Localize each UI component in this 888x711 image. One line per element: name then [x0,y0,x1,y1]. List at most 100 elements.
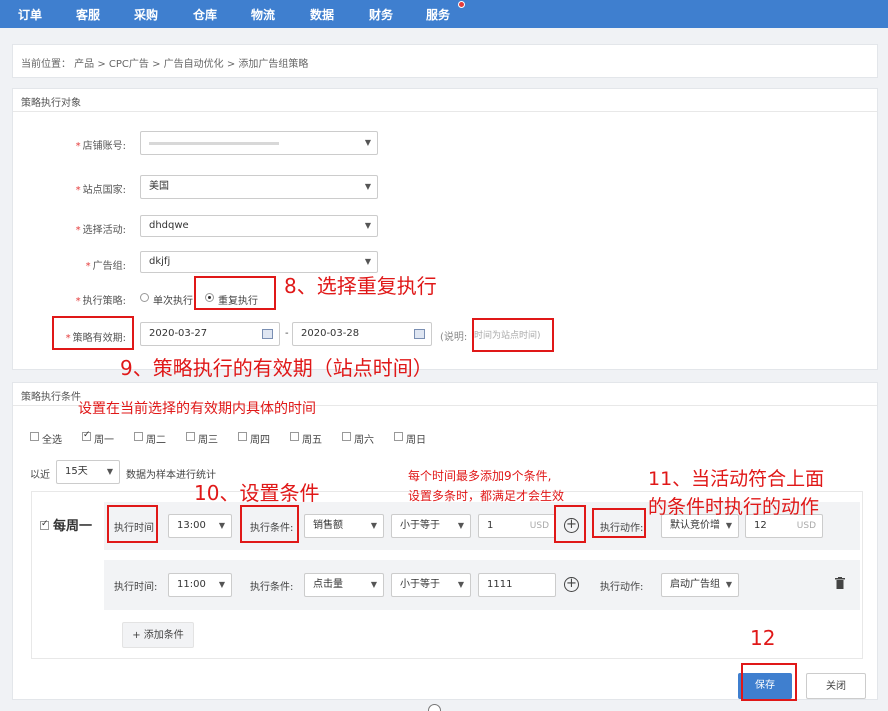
condition-label: 执行条件: [250,582,294,593]
weekday-checkbox-thu[interactable] [238,432,247,441]
time-select[interactable]: 11:00 ▼ [168,573,232,597]
weekday-checkbox-wed[interactable] [186,432,195,441]
notification-dot-icon [458,1,465,8]
blurred-shop-value [149,142,279,145]
nav-warehouse[interactable]: 仓库 [193,6,217,23]
campaign-select[interactable]: dhdqwe ▼ [140,215,378,237]
scroll-handle[interactable] [428,704,441,711]
annotation-limit-1: 每个时间最多添加9个条件, [408,469,552,483]
annotation-box-validity-label [52,316,134,350]
period-prefix: 以近 [30,470,50,481]
site-select[interactable]: 美国 ▼ [140,175,378,199]
annotation-box-save [741,663,797,701]
once-radio-label: 单次执行 [153,296,193,307]
annotation-9-sub: 设置在当前选择的有效期内具体的时间 [78,401,316,417]
chevron-down-icon: ▼ [106,467,113,476]
calendar-icon[interactable] [414,329,425,339]
chevron-down-icon: ▼ [364,138,371,147]
adgroup-label: * 广告组: [85,261,126,272]
annotation-12: 12 [750,626,776,650]
weekday-label-mon: 周一 [94,435,114,446]
divider [13,111,877,112]
annotation-9: 9、策略执行的有效期（站点时间） [120,356,433,380]
calendar-icon[interactable] [262,329,273,339]
nav-data[interactable]: 数据 [310,6,334,23]
chevron-down-icon: ▼ [457,580,464,589]
chevron-down-icon: ▼ [218,521,225,530]
annotation-limit-2: 设置多条时，都满足才会生效 [408,489,565,503]
breadcrumb-text: 当前位置： 产品 > CPC广告 > 广告自动优化 > 添加广告组策略 [21,59,309,70]
day-checkbox-monday[interactable] [40,519,49,530]
validity-note-prefix: (说明: [440,332,468,343]
nav-purchase[interactable]: 采购 [134,6,158,23]
chevron-down-icon: ▼ [218,580,225,589]
end-date-input[interactable]: 2020-03-28 [292,322,432,346]
chevron-down-icon: ▼ [364,182,371,191]
nav-orders[interactable]: 订单 [18,6,42,23]
value-input[interactable]: 1111 [478,573,556,597]
operator-select[interactable]: 小于等于 ▼ [391,514,471,538]
nav-finance[interactable]: 财务 [369,6,393,23]
action-select[interactable]: 启动广告组 ▼ [661,573,739,597]
metric-select[interactable]: 点击量 ▼ [304,573,384,597]
weekday-label-wed: 周三 [198,435,218,446]
weekday-checkbox-sat[interactable] [342,432,351,441]
weekday-checkbox-tue[interactable] [134,432,143,441]
trash-icon[interactable] [835,577,845,589]
metric-select[interactable]: 销售额 ▼ [304,514,384,538]
annotation-11a: 11、当活动符合上面 [648,468,825,490]
shop-select[interactable]: ▼ [140,131,378,155]
top-nav: 订单 客服 采购 仓库 物流 数据 财务 服务 [0,0,888,28]
period-select[interactable]: 15天 ▼ [56,460,120,484]
weekday-label-fri: 周五 [302,435,322,446]
weekday-checkbox-sun[interactable] [394,432,403,441]
strategy-label: * 执行策略: [75,296,126,307]
value-input[interactable]: 1 USD [478,514,556,538]
add-condition-plus-icon[interactable]: + [564,577,579,592]
weekday-label-sun: 周日 [406,435,426,446]
chevron-down-icon: ▼ [364,221,371,230]
annotation-10: 10、设置条件 [194,481,320,505]
weekday-label-thu: 周四 [250,435,270,446]
once-radio[interactable] [140,293,149,302]
annotation-8: 8、选择重复执行 [284,274,437,298]
target-panel-title: 策略执行对象 [21,98,81,109]
day-label: 每周一 [53,519,93,534]
nav-logistics[interactable]: 物流 [251,6,275,23]
annotation-box-plus [554,505,586,543]
time-select[interactable]: 13:00 ▼ [168,514,232,538]
add-condition-button[interactable]: + 添加条件 [122,622,194,648]
nav-service[interactable]: 客服 [76,6,100,23]
close-button[interactable]: 关闭 [806,673,866,699]
weekday-label-sat: 周六 [354,435,374,446]
annotation-11b: 的条件时执行的动作 [648,496,820,518]
breadcrumb: 当前位置： 产品 > CPC广告 > 广告自动优化 > 添加广告组策略 [12,44,878,78]
chevron-down-icon: ▼ [457,521,464,530]
action-label: 执行动作: [600,582,644,593]
time-label: 执行时间: [114,582,158,593]
chevron-down-icon: ▼ [370,580,377,589]
start-date-input[interactable]: 2020-03-27 [140,322,280,346]
date-separator: - [285,328,289,339]
unit-label: USD [529,521,549,531]
nav-services[interactable]: 服务 [426,6,450,23]
site-label: * 站点国家: [75,185,126,196]
condition-row-2: 执行时间: 11:00 ▼ 执行条件: 点击量 ▼ 小于等于 ▼ 1111 + 执行动… [104,560,860,610]
weekday-checkbox-mon[interactable] [82,430,91,441]
campaign-label: * 选择活动: [75,225,126,236]
weekday-label-tue: 周二 [146,435,166,446]
annotation-box-action [592,508,646,538]
operator-select[interactable]: 小于等于 ▼ [391,573,471,597]
annotation-box-time [107,505,158,543]
weekday-checkbox-all[interactable] [30,432,39,441]
chevron-down-icon: ▼ [370,521,377,530]
chevron-down-icon: ▼ [364,257,371,266]
weekday-checkbox-fri[interactable] [290,432,299,441]
annotation-box-validity-note [472,318,554,352]
weekday-label-all: 全选 [42,435,62,446]
annotation-box-repeat [194,276,276,310]
condition-panel-title: 策略执行条件 [21,392,81,403]
chevron-down-icon: ▼ [725,580,732,589]
annotation-box-condition [240,505,299,543]
shop-label: * 店铺账号: [75,141,126,152]
